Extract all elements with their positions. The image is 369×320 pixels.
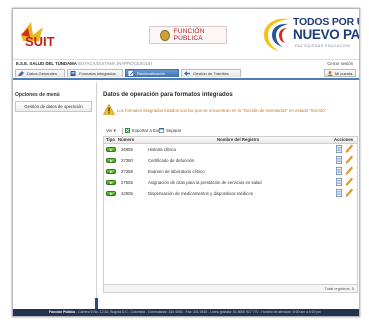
column-header-numero[interactable]: Número — [118, 137, 134, 143]
tab-label: Mi cuenta — [335, 71, 353, 76]
government-logo: TODOS POR UN NUEVO PAÍS PAZ EQUIDAD EDUC… — [261, 13, 360, 55]
column-header-tipo[interactable]: Tipo — [106, 137, 115, 143]
record-number: 27380 — [121, 158, 133, 163]
table-row: 27380 Certificado de defunción — [104, 155, 357, 166]
pencil-edit-icon[interactable] — [345, 155, 353, 164]
sidebar-collapse-handle[interactable] — [95, 298, 98, 309]
go-arrow-button[interactable] — [106, 169, 116, 174]
footer-contact: - Carrera 6 No. 12-62, Bogotá D.C., Colo… — [75, 310, 322, 314]
pencil-edit-icon[interactable] — [345, 166, 353, 175]
sidebar: Opciones de menú Gestión de datos de ope… — [13, 82, 98, 315]
window-icon — [159, 128, 164, 133]
record-number: 42805 — [121, 191, 133, 196]
tab-racionalizacion[interactable]: Racionalización — [125, 69, 179, 77]
export-excel-button[interactable]: Exportar a Excel — [125, 127, 164, 135]
table-row: 42805 Dispensación de medicamentos y dis… — [104, 188, 357, 199]
go-arrow-button[interactable] — [106, 180, 116, 185]
document-icon[interactable] — [336, 189, 342, 197]
table-row: 26955 Historia clínica — [104, 144, 357, 155]
footer-brand: Función Pública — [49, 310, 76, 314]
separate-label: Separar — [166, 128, 182, 133]
tab-formatos-integrados[interactable]: Formatos integrados — [67, 69, 123, 77]
form-icon — [70, 71, 76, 76]
record-name: Asignación de citas para la prestación d… — [148, 180, 262, 185]
warning-message: Los formatos integrados listados son los… — [117, 108, 327, 113]
user-icon — [327, 71, 333, 76]
sidebar-title: Opciones de menú — [15, 92, 60, 98]
page-title: Datos de operación para formatos integra… — [103, 92, 233, 98]
pencil-edit-icon[interactable] — [345, 144, 353, 153]
tab-label: Gestión de Trámites — [193, 71, 229, 76]
view-menu[interactable]: Ver ▾ — [106, 127, 116, 135]
record-name: Historia clínica — [148, 147, 176, 152]
pencil-icon — [18, 71, 24, 76]
main-content: Datos de operación para formatos integra… — [103, 82, 358, 315]
logout-link[interactable]: Cerrar sesión — [327, 61, 353, 66]
warning-icon — [103, 104, 115, 115]
tab-datos-generales[interactable]: Datos Generales — [15, 69, 65, 77]
main-tabs: Datos Generales Formatos integrados Raci… — [13, 68, 359, 80]
go-arrow-button[interactable] — [106, 147, 116, 152]
colombia-flag-c-icon — [264, 18, 289, 51]
toolbar-divider — [122, 128, 123, 134]
institution-location: BOYACÁ/DUITAMA (NAPROCESO15) — [76, 61, 152, 66]
coat-of-arms-icon — [160, 29, 170, 41]
arrows-icon — [184, 71, 190, 76]
column-header-nombre[interactable]: Nombre del Registro — [217, 137, 259, 143]
institution-title: E.S.E. SALUD DEL TUNDAMA — [16, 61, 77, 66]
tab-mi-cuenta[interactable]: Mi cuenta — [324, 69, 356, 77]
view-label: Ver — [106, 128, 113, 133]
document-icon[interactable] — [336, 178, 342, 186]
tab-label: Datos Generales — [27, 71, 58, 76]
document-icon[interactable] — [336, 167, 342, 175]
document-icon[interactable] — [336, 145, 342, 153]
page-footer: Función Pública - Carrera 6 No. 12-62, B… — [13, 309, 359, 316]
document-icon[interactable] — [336, 156, 342, 164]
gov-slogan-line2: NUEVO PAÍS — [293, 27, 360, 42]
total-records: Total registros: 5 — [324, 286, 354, 291]
tab-label: Racionalización — [137, 71, 166, 76]
table-row: 27555 Asignación de citas para la presta… — [104, 177, 357, 188]
records-table: Tipo Número Nombre del Registro Acciones… — [103, 136, 358, 293]
pencil-edit-icon[interactable] — [345, 177, 353, 186]
go-arrow-button[interactable] — [106, 191, 116, 196]
go-arrow-button[interactable] — [106, 158, 116, 163]
browser-frame: SUIT FUNCIÓN PÚBLICA TODOS POR UN NUEVO … — [12, 8, 360, 317]
record-number: 27555 — [121, 180, 133, 185]
record-name: Certificado de defunción — [148, 158, 195, 163]
record-number: 27388 — [121, 169, 133, 174]
record-name: Examen de laboratorio clínico — [148, 169, 205, 174]
page-header: SUIT FUNCIÓN PÚBLICA TODOS POR UN NUEVO … — [13, 9, 359, 57]
table-row: 27388 Examen de laboratorio clínico — [104, 166, 357, 177]
excel-icon — [125, 128, 130, 133]
document-edit-icon — [128, 71, 134, 76]
separate-button[interactable]: Separar — [159, 127, 181, 135]
institution-bar: E.S.E. SALUD DEL TUNDAMA BOYACÁ/DUITAMA … — [13, 59, 359, 68]
tab-label: Formatos integrados — [79, 71, 116, 76]
gestion-datos-operacion-button[interactable]: Gestión de datos de operación — [15, 101, 92, 112]
table-footer: Total registros: 5 — [104, 284, 357, 292]
suit-logo-text: SUIT — [25, 34, 55, 49]
suit-logo: SUIT — [21, 22, 55, 49]
chevron-down-icon: ▾ — [113, 128, 116, 133]
tab-gestion-tramites[interactable]: Gestión de Trámites — [181, 69, 241, 77]
funcion-publica-text: FUNCIÓN PÚBLICA — [173, 28, 205, 42]
grid-toolbar: Ver ▾ Exportar a Excel Separar — [103, 127, 356, 136]
footer-text: Función Pública - Carrera 6 No. 12-62, B… — [49, 310, 321, 314]
column-header-acciones[interactable]: Acciones — [334, 137, 353, 143]
table-header: Tipo Número Nombre del Registro Acciones — [104, 137, 357, 144]
record-name: Dispensación de medicamentos y dispositi… — [148, 191, 253, 196]
pencil-edit-icon[interactable] — [345, 188, 353, 197]
institution-name: E.S.E. SALUD DEL TUNDAMA BOYACÁ/DUITAMA … — [16, 61, 152, 66]
gov-slogan-line3: PAZ EQUIDAD EDUCACIÓN — [295, 44, 351, 48]
funcion-publica-logo: FUNCIÓN PÚBLICA — [149, 26, 227, 44]
record-number: 26955 — [121, 147, 133, 152]
